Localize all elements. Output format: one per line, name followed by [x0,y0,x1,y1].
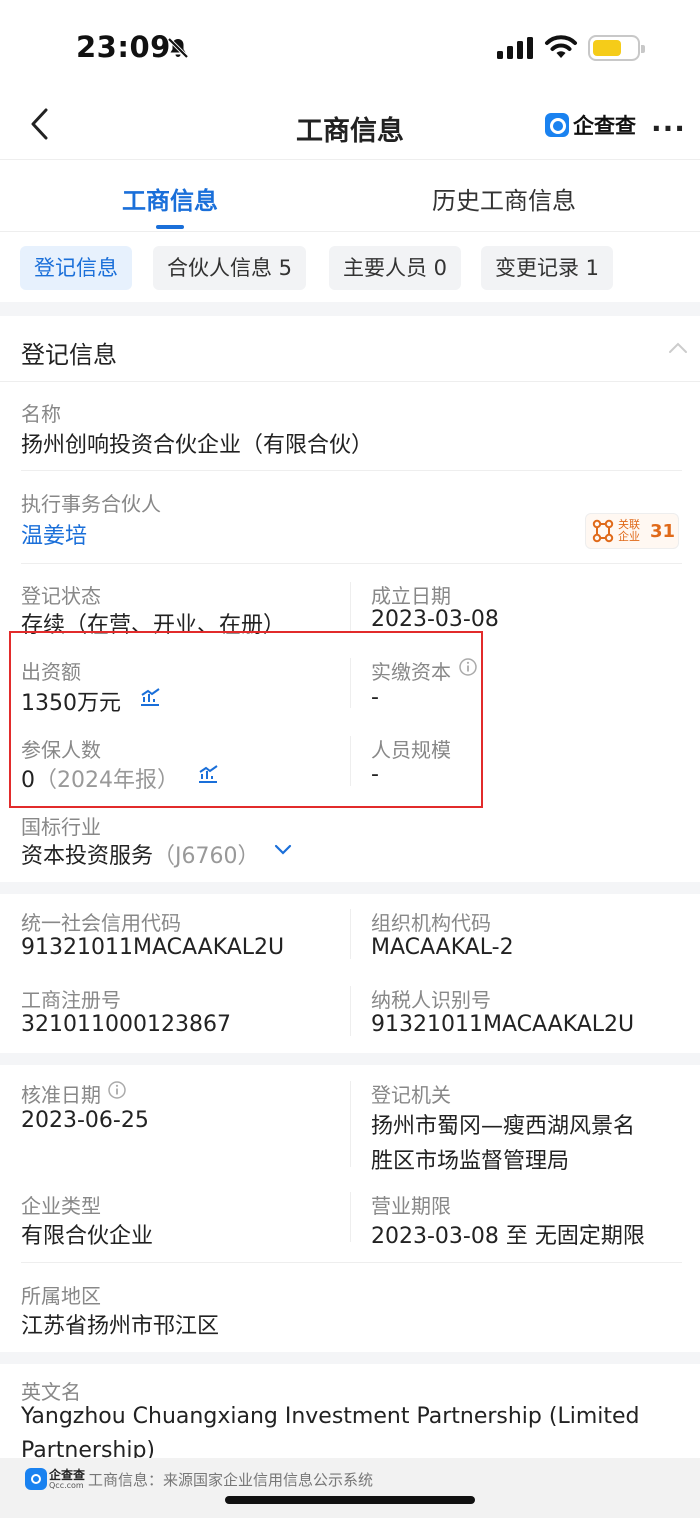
industry-name: 资本投资服务 [21,844,154,869]
qcc-logo-icon [545,113,569,137]
chevron-down-icon[interactable] [273,843,293,857]
company-type-label: 企业类型 [21,1194,101,1218]
english-name-line1: Yangzhou Chuangxiang Investment Partners… [21,1404,640,1429]
wifi-icon [545,35,577,58]
divider [21,470,682,471]
brand-logo[interactable]: 企查查 [545,110,636,140]
tax-no-label: 纳税人识别号 [371,988,491,1012]
info-icon[interactable] [107,1080,127,1100]
term-label: 营业期限 [371,1194,451,1218]
section-title: 登记信息 [21,341,117,369]
chip-key-personnel[interactable]: 主要人员 0 [329,246,462,290]
divider [21,563,682,564]
company-name: 扬州创响投资合伙企业（有限合伙） [21,433,374,458]
founded-value: 2023-03-08 [371,607,499,632]
footer-source: 工商信息：来源国家企业信用信息公示系统 [88,1471,374,1489]
status-time: 23:09 [76,30,171,64]
divider [21,1262,682,1263]
badge-label: 关联企业 [618,518,640,543]
section-gap [0,302,700,316]
column-divider [350,1192,351,1242]
column-divider [350,1081,351,1167]
column-divider [350,986,351,1036]
credit-code-value: 91321011MACAAKAL2U [21,935,285,960]
industry-value[interactable]: 资本投资服务（J6760） [21,838,260,870]
name-label: 名称 [21,402,61,426]
reg-status-label: 登记状态 [21,584,101,608]
bell-muted-icon [167,37,189,59]
tab-business-info[interactable]: 工商信息 [122,181,218,216]
founded-label: 成立日期 [371,584,451,608]
section-gap [0,882,700,894]
more-options-icon[interactable]: ··· [651,112,686,145]
chip-change-records[interactable]: 变更记录 1 [481,246,614,290]
approval-date-label: 核准日期 [21,1083,101,1107]
battery-icon [588,35,645,61]
badge-count: 31 [650,520,676,542]
term-value: 2023-03-08 至 无固定期限 [371,1224,645,1249]
tab-active-indicator [156,225,184,229]
industry-code: （J6760） [153,844,260,869]
approval-date-value: 2023-06-25 [21,1108,149,1133]
industry-label: 国标行业 [21,815,101,839]
partner-label: 执行事务合伙人 [21,492,161,516]
chevron-up-icon[interactable] [668,342,688,354]
brand-name: 企查查 [573,114,636,138]
cellular-signal-icon [497,37,533,59]
english-name-label: 英文名 [21,1380,81,1404]
org-code-label: 组织机构代码 [371,911,491,935]
authority-label: 登记机关 [371,1083,451,1107]
tax-no-value: 91321011MACAAKAL2U [371,1012,635,1037]
region-label: 所属地区 [21,1284,101,1308]
reg-no-label: 工商注册号 [21,988,121,1012]
tab-history-info[interactable]: 历史工商信息 [432,181,576,216]
company-type-value: 有限合伙企业 [21,1224,154,1249]
section-gap [0,1053,700,1065]
footer-domain: Qcc.com [49,1481,84,1490]
reg-no-value: 321011000123867 [21,1012,231,1037]
qcc-logo-ring [31,1474,41,1484]
related-companies-badge[interactable]: 关联企业 31 [585,513,679,549]
network-icon [592,519,614,543]
section-gap [0,1352,700,1364]
home-indicator[interactable] [225,1496,475,1504]
partner-link[interactable]: 温姜培 [21,518,87,550]
authority-value-line2: 胜区市场监督管理局 [371,1149,570,1174]
tab-bar [0,160,700,232]
org-code-value: MACAAKAL-2 [371,935,514,960]
credit-code-label: 统一社会信用代码 [21,911,181,935]
region-value: 江苏省扬州市邗江区 [21,1314,220,1339]
column-divider [350,909,351,959]
authority-value-line1: 扬州市蜀冈—瘦西湖风景名 [371,1114,636,1139]
highlight-box [9,631,483,808]
chip-partners[interactable]: 合伙人信息 5 [153,246,307,290]
chip-registration[interactable]: 登记信息 [20,246,132,290]
column-divider [350,582,351,632]
